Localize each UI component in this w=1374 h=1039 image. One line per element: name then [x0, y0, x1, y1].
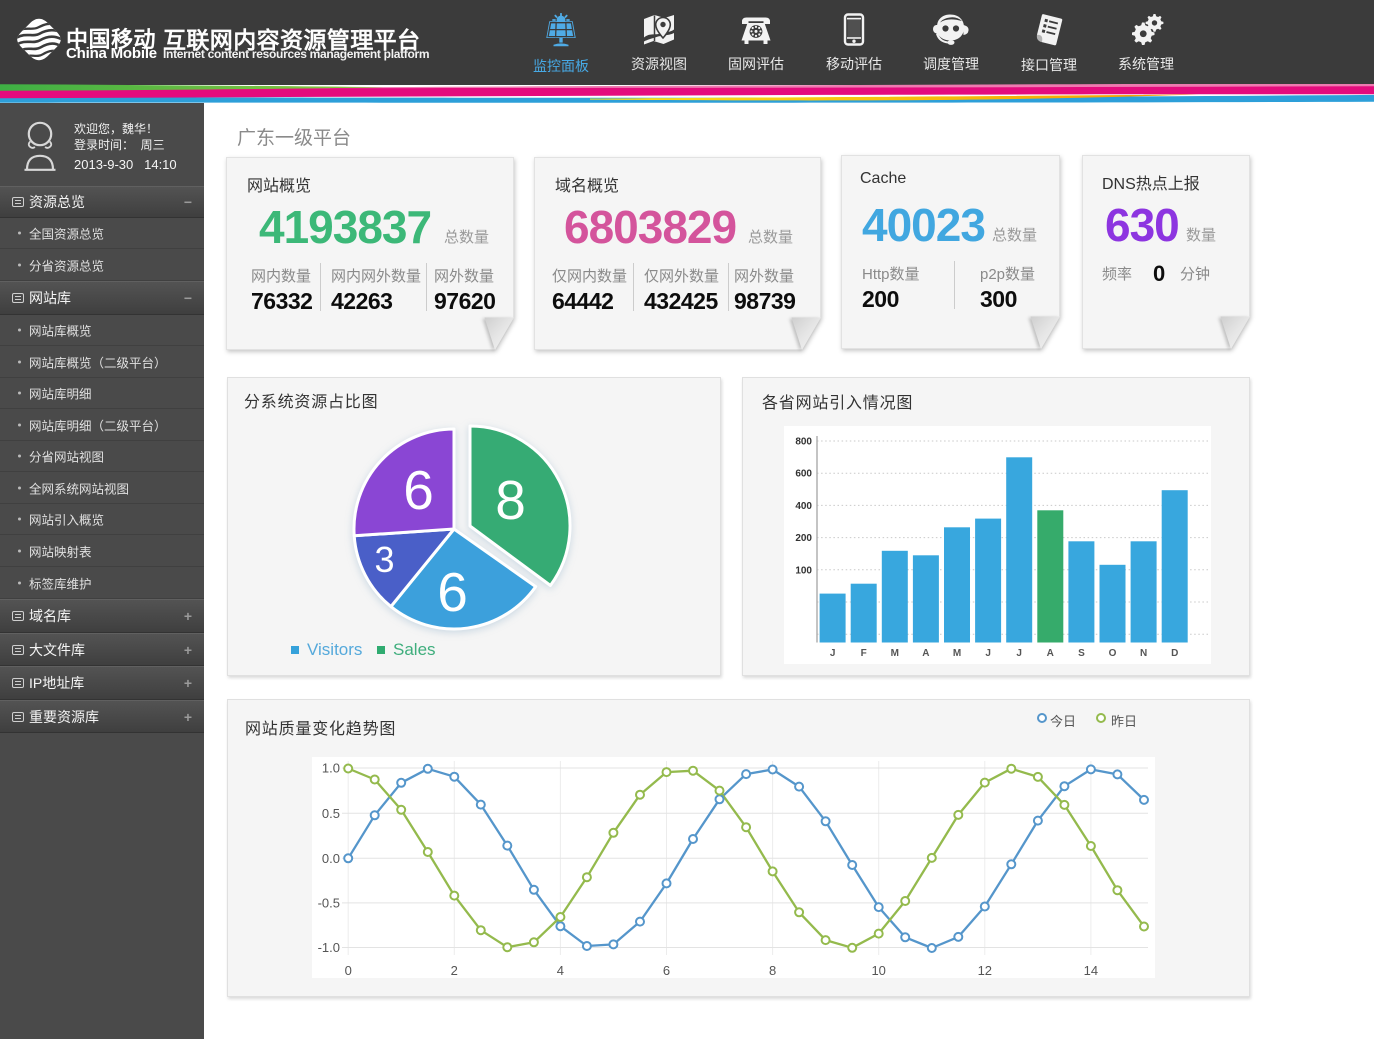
svg-text:-1.0: -1.0 [318, 940, 340, 955]
svg-text:A: A [1047, 648, 1054, 659]
svg-text:6: 6 [403, 459, 434, 521]
svg-text:J: J [1016, 648, 1022, 659]
svg-text:0.5: 0.5 [322, 806, 340, 821]
svg-text:4: 4 [557, 963, 564, 978]
svg-text:400: 400 [795, 501, 812, 512]
svg-text:-0.5: -0.5 [318, 895, 340, 910]
svg-text:N: N [1140, 648, 1147, 659]
svg-text:10: 10 [871, 963, 885, 978]
svg-text:8: 8 [495, 469, 526, 531]
svg-text:A: A [922, 648, 929, 659]
svg-text:0: 0 [345, 963, 352, 978]
svg-text:600: 600 [795, 469, 812, 480]
svg-text:8: 8 [769, 963, 776, 978]
svg-text:1.0: 1.0 [322, 761, 340, 776]
svg-text:0.0: 0.0 [322, 851, 340, 866]
svg-text:S: S [1078, 648, 1085, 659]
svg-text:3: 3 [374, 539, 394, 580]
svg-text:14: 14 [1084, 963, 1098, 978]
svg-text:F: F [861, 648, 867, 659]
svg-text:J: J [985, 648, 991, 659]
svg-text:D: D [1171, 648, 1178, 659]
svg-text:200: 200 [795, 533, 812, 544]
svg-text:100: 100 [795, 565, 812, 576]
svg-text:2: 2 [451, 963, 458, 978]
svg-text:M: M [891, 648, 899, 659]
svg-text:O: O [1109, 648, 1117, 659]
svg-text:800: 800 [795, 437, 812, 448]
svg-text:12: 12 [978, 963, 992, 978]
svg-text:M: M [953, 648, 961, 659]
svg-text:6: 6 [437, 561, 468, 623]
svg-text:J: J [830, 648, 836, 659]
svg-text:6: 6 [663, 963, 670, 978]
